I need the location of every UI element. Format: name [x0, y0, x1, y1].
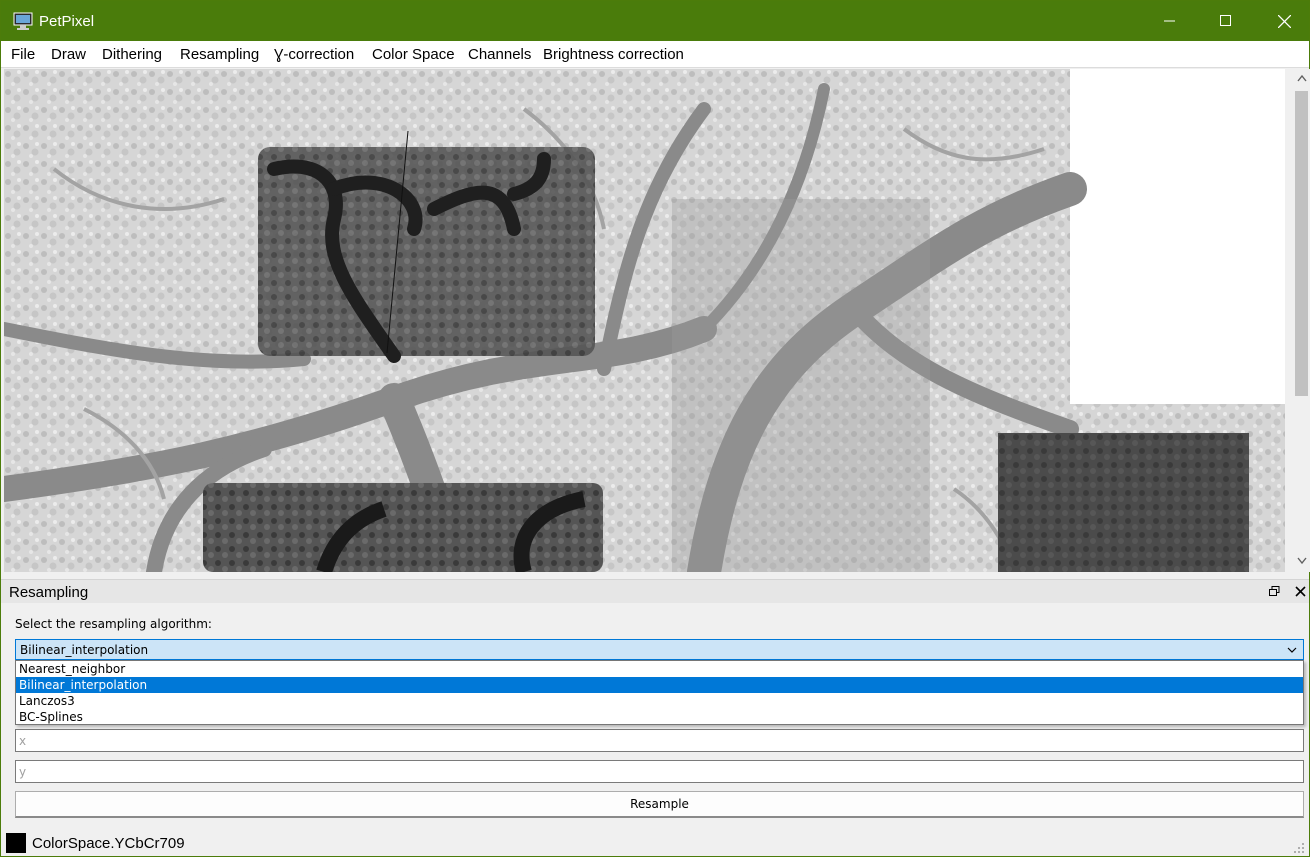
option-bilinear-interpolation[interactable]: Bilinear_interpolation	[16, 677, 1303, 693]
menu-brightness-correction[interactable]: Brightness correction	[543, 46, 684, 63]
x-field-wrapper	[15, 729, 1304, 752]
tree-image	[4, 69, 1285, 572]
dock-close-icon[interactable]	[1295, 586, 1306, 597]
app-icon	[13, 12, 33, 30]
option-lanczos3[interactable]: Lanczos3	[16, 693, 1303, 709]
color-swatch[interactable]	[6, 833, 26, 853]
maximize-button[interactable]	[1197, 1, 1255, 41]
app-window: PetPixel File Draw Dithering Resampling …	[0, 0, 1310, 857]
option-bc-splines[interactable]: BC-Splines	[16, 709, 1303, 725]
float-icon[interactable]	[1269, 586, 1280, 597]
algorithm-combo[interactable]: Bilinear_interpolation	[15, 639, 1304, 660]
resample-button[interactable]: Resample	[15, 791, 1304, 818]
resampling-panel: Select the resampling algorithm: Bilinea…	[1, 603, 1309, 827]
close-button[interactable]	[1255, 1, 1310, 41]
image-canvas[interactable]	[4, 69, 1285, 572]
size-grip-icon[interactable]	[1293, 842, 1305, 854]
dock-title: Resampling	[9, 584, 89, 601]
status-text: ColorSpace.YCbCr709	[32, 835, 185, 852]
menu-color-space[interactable]: Color Space	[372, 46, 455, 63]
menu-file[interactable]: File	[11, 46, 35, 63]
menu-bar: File Draw Dithering Resampling Ɣ-correct…	[1, 41, 1309, 68]
status-bar: ColorSpace.YCbCr709	[1, 829, 1309, 856]
title-bar[interactable]: PetPixel	[1, 1, 1309, 41]
scrollbar-thumb[interactable]	[1295, 91, 1308, 396]
menu-channels[interactable]: Channels	[468, 46, 531, 63]
x-input[interactable]	[16, 730, 1303, 751]
combo-selected-value: Bilinear_interpolation	[20, 643, 149, 657]
algorithm-dropdown-list: Nearest_neighbor Bilinear_interpolation …	[15, 660, 1304, 725]
algorithm-label: Select the resampling algorithm:	[15, 617, 212, 631]
menu-draw[interactable]: Draw	[51, 46, 86, 63]
y-input[interactable]	[16, 761, 1303, 782]
close-icon	[1277, 14, 1291, 28]
scroll-down-icon[interactable]	[1297, 557, 1307, 565]
menu-resampling[interactable]: Resampling	[180, 46, 259, 63]
minimize-button[interactable]	[1141, 1, 1199, 41]
minimize-icon	[1164, 20, 1175, 22]
scroll-up-icon[interactable]	[1297, 74, 1307, 82]
y-field-wrapper	[15, 760, 1304, 783]
vertical-scrollbar[interactable]	[1293, 69, 1310, 572]
chevron-down-icon	[1287, 647, 1297, 653]
dock-header: Resampling	[1, 579, 1309, 603]
maximize-icon	[1220, 15, 1231, 26]
menu-gamma-correction[interactable]: Ɣ-correction	[274, 46, 354, 63]
menu-dithering[interactable]: Dithering	[102, 46, 162, 63]
window-title: PetPixel	[39, 13, 95, 30]
option-nearest-neighbor[interactable]: Nearest_neighbor	[16, 661, 1303, 677]
